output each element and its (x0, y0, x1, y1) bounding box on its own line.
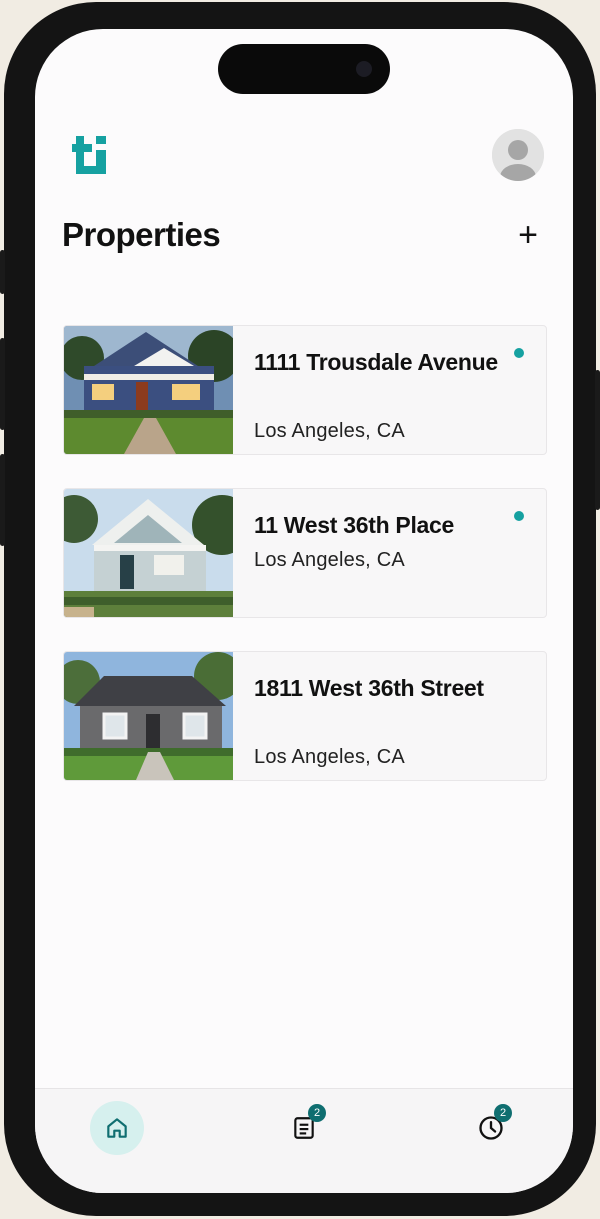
add-property-button[interactable]: + (513, 218, 543, 252)
user-avatar-icon (492, 129, 544, 181)
history-badge: 2 (494, 1104, 512, 1122)
documents-badge: 2 (308, 1104, 326, 1122)
power-button (595, 370, 600, 510)
dynamic-island (218, 44, 390, 94)
property-address: 11 West 36th Place (254, 512, 455, 538)
volume-down-button (0, 454, 5, 546)
property-card[interactable]: 1811 West 36th Street Los Angeles, CA (63, 651, 547, 781)
tab-bar: 2 2 (35, 1088, 573, 1193)
property-address: 1811 West 36th Street (254, 675, 484, 701)
ti-logo-icon (72, 136, 106, 174)
tab-history[interactable]: 2 (464, 1101, 518, 1155)
property-city: Los Angeles, CA (254, 420, 405, 442)
property-city: Los Angeles, CA (254, 746, 405, 768)
silent-switch (0, 250, 5, 294)
property-photo (64, 326, 233, 454)
app-screen: Properties + 1111 Trousdale Avenue Los A… (35, 29, 573, 1193)
property-photo (64, 652, 233, 780)
tab-documents[interactable]: 2 (277, 1101, 331, 1155)
camera-icon (356, 61, 372, 77)
property-card[interactable]: 11 West 36th Place Los Angeles, CA (63, 488, 547, 618)
avatar[interactable] (492, 129, 544, 181)
property-city: Los Angeles, CA (254, 549, 405, 571)
update-indicator (514, 511, 524, 521)
property-address: 1111 Trousdale Avenue (254, 349, 498, 375)
tab-home[interactable] (90, 1101, 144, 1155)
volume-up-button (0, 338, 5, 430)
phone-frame: Properties + 1111 Trousdale Avenue Los A… (0, 2, 600, 1216)
property-card[interactable]: 1111 Trousdale Avenue Los Angeles, CA (63, 325, 547, 455)
property-photo (64, 489, 233, 617)
page-title: Properties (62, 216, 221, 253)
home-icon (107, 1118, 127, 1138)
update-indicator (514, 348, 524, 358)
